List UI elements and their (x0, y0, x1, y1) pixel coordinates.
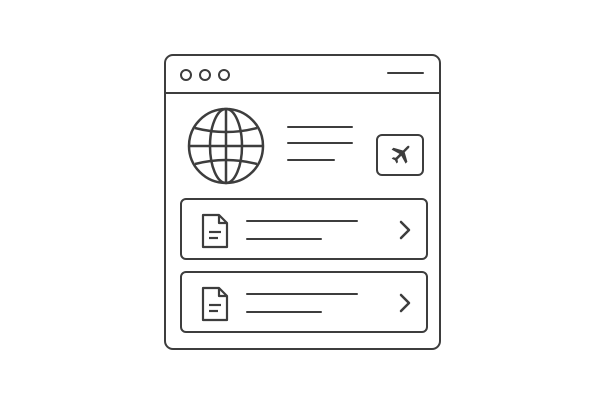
header-text-line (287, 142, 353, 144)
header-text-line (287, 126, 353, 128)
window-control-dot[interactable] (199, 69, 211, 81)
item-subtitle-line (246, 238, 322, 240)
item-title-line (246, 220, 358, 222)
chevron-right-icon[interactable] (398, 293, 412, 313)
flight-button[interactable] (376, 134, 424, 176)
globe-icon (187, 107, 265, 185)
item-subtitle-line (246, 311, 322, 313)
chevron-right-icon[interactable] (398, 220, 412, 240)
list-item[interactable] (180, 271, 428, 333)
window-control-dot[interactable] (218, 69, 230, 81)
list-item[interactable] (180, 198, 428, 260)
document-icon (201, 213, 229, 249)
airplane-icon (391, 145, 410, 164)
app-window (164, 54, 441, 350)
item-title-line (246, 293, 358, 295)
header-text-line (287, 159, 335, 161)
title-bar (166, 56, 439, 94)
document-icon (201, 286, 229, 322)
menu-line-icon[interactable] (387, 72, 424, 74)
window-control-dot[interactable] (180, 69, 192, 81)
